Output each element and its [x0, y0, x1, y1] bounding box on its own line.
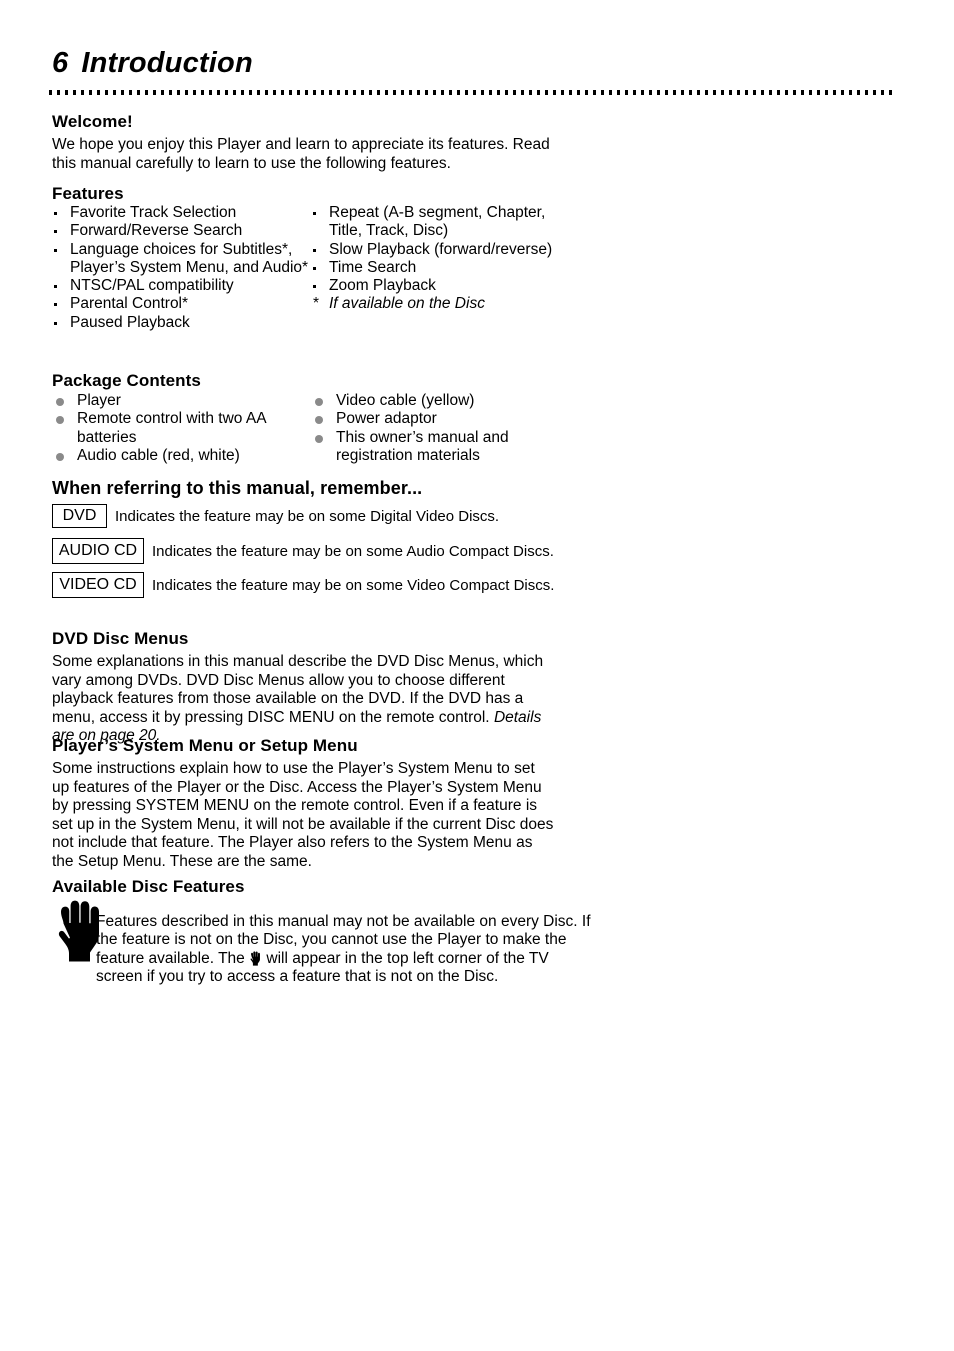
list-item-label: Remote control with two AA batteries	[77, 410, 266, 446]
legend-row-audio-cd: AUDIO CD Indicates the feature may be on…	[52, 538, 554, 564]
features-heading: Features	[52, 184, 124, 203]
legend-section: When referring to this manual, remember.…	[52, 478, 422, 499]
bullet-dot-icon	[315, 398, 323, 406]
bullet-dot-icon	[56, 452, 64, 461]
bullet-dot-icon	[315, 416, 323, 425]
list-item-label: Parental Control*	[70, 295, 189, 313]
list-item: Parental Control*	[52, 295, 312, 313]
header-divider	[49, 90, 897, 95]
footnote-text: If available on the Disc	[329, 295, 485, 313]
dvd-disc-menus-section: DVD Disc Menus Some explanations in this…	[52, 629, 554, 746]
package-right-column: Video cable (yellow) Power adaptor This …	[311, 392, 541, 465]
bullet-square-icon	[313, 212, 316, 215]
video-cd-badge: VIDEO CD	[52, 572, 144, 598]
list-item-label: NTSC/PAL compatibility	[70, 277, 234, 295]
list-item: This owner’s manual and registration mat…	[311, 429, 541, 466]
list-item: Power adaptor	[311, 410, 541, 428]
package-left-list: Player Remote control with two AA batter…	[52, 392, 307, 465]
list-item: NTSC/PAL compatibility	[52, 277, 312, 295]
dvd-badge: DVD	[52, 504, 107, 528]
bullet-square-icon	[313, 266, 316, 270]
footnote-marker: *	[313, 295, 320, 313]
available-features-body-block: Features described in this manual may no…	[52, 897, 612, 1002]
package-left-column: Player Remote control with two AA batter…	[52, 392, 307, 465]
available-features-heading: Available Disc Features	[52, 877, 245, 896]
welcome-body: We hope you enjoy this Player and learn …	[52, 136, 550, 172]
list-item-label: Slow Playback (forward/reverse)	[329, 240, 553, 258]
list-item-label: Zoom Playback	[329, 277, 436, 295]
list-item: Time Search	[311, 259, 556, 277]
audio-cd-badge: AUDIO CD	[52, 538, 144, 564]
welcome-section: Welcome! We hope you enjoy this Player a…	[52, 112, 552, 173]
legend-heading: When referring to this manual, remember.…	[52, 478, 423, 498]
list-item-label: Time Search	[329, 258, 417, 276]
package-contents-section: Package Contents	[52, 371, 201, 391]
legend-row-video-cd: VIDEO CD Indicates the feature may be on…	[52, 572, 554, 598]
bullet-dot-icon	[315, 434, 323, 443]
list-item-label: Video cable (yellow)	[336, 392, 475, 409]
dvd-disc-menus-heading: DVD Disc Menus	[52, 629, 189, 648]
audio-cd-description: Indicates the feature may be on some Aud…	[152, 542, 554, 560]
page-title-text: Introduction	[81, 47, 253, 79]
list-item-label: Paused Playback	[70, 313, 190, 331]
system-menu-body: Some instructions explain how to use the…	[52, 760, 554, 870]
features-left-list: Favorite Track Selection Forward/Reverse…	[52, 204, 312, 332]
list-item-label: Favorite Track Selection	[70, 204, 237, 221]
list-item: Slow Playback (forward/reverse)	[311, 241, 556, 259]
features-right-list: Repeat (A-B segment, Chapter, Title, Tra…	[311, 204, 556, 295]
list-item-label: Repeat (A-B segment, Chapter, Title, Tra…	[329, 204, 546, 240]
list-item: Zoom Playback	[311, 277, 556, 295]
hand-stop-icon	[57, 899, 103, 963]
list-item: Repeat (A-B segment, Chapter, Title, Tra…	[311, 204, 556, 241]
list-item: Forward/Reverse Search	[52, 222, 312, 240]
bullet-dot-icon	[56, 398, 64, 406]
list-item-label: Audio cable (red, white)	[77, 446, 240, 464]
features-right-column: Repeat (A-B segment, Chapter, Title, Tra…	[311, 204, 556, 314]
dvd-description: Indicates the feature may be on some Dig…	[115, 507, 500, 525]
package-contents-heading: Package Contents	[52, 371, 201, 390]
list-item-label: This owner’s manual and registration mat…	[336, 428, 509, 464]
page-title: 6 Introduction	[52, 47, 253, 80]
list-item-label: Player	[77, 392, 121, 409]
system-menu-section: Player’s System Menu or Setup Menu Some …	[52, 736, 554, 871]
bullet-square-icon	[54, 303, 57, 307]
list-item: Audio cable (red, white)	[52, 447, 307, 465]
list-item-label: Forward/Reverse Search	[70, 222, 243, 240]
legend-row-dvd: DVD Indicates the feature may be on some…	[52, 504, 499, 528]
list-item: Video cable (yellow)	[311, 392, 541, 410]
dvd-disc-menus-body: Some explanations in this manual describ…	[52, 653, 554, 746]
list-item: Remote control with two AA batteries	[52, 410, 307, 447]
hand-stop-inline-icon	[250, 950, 261, 966]
bullet-square-icon	[54, 230, 57, 234]
bullet-dot-icon	[56, 416, 64, 425]
available-features-body: Features described in this manual may no…	[96, 913, 596, 987]
bullet-square-icon	[54, 321, 57, 325]
bullet-square-icon	[313, 285, 316, 289]
welcome-heading: Welcome!	[52, 112, 133, 131]
system-menu-heading: Player’s System Menu or Setup Menu	[52, 736, 358, 755]
features-section: Features	[52, 184, 124, 204]
list-item: Language choices for Subtitles*, Player’…	[52, 241, 312, 278]
list-item: Paused Playback	[52, 314, 312, 332]
list-item: Favorite Track Selection	[52, 204, 312, 222]
bullet-square-icon	[54, 248, 57, 252]
list-item-label: Language choices for Subtitles*, Player’…	[70, 240, 309, 276]
list-item: Player	[52, 392, 307, 410]
dvd-disc-menus-body-text: Some explanations in this manual describ…	[52, 653, 544, 726]
manual-page: 6 Introduction Welcome! We hope you enjoy…	[0, 0, 954, 1351]
bullet-square-icon	[54, 285, 57, 289]
package-right-list: Video cable (yellow) Power adaptor This …	[311, 392, 541, 465]
features-footnote: * If available on the Disc	[311, 295, 556, 313]
page-number: 6	[52, 47, 69, 79]
list-item-label: Power adaptor	[336, 410, 437, 428]
features-left-column: Favorite Track Selection Forward/Reverse…	[52, 204, 312, 332]
bullet-square-icon	[313, 248, 316, 252]
bullet-square-icon	[54, 212, 57, 215]
video-cd-description: Indicates the feature may be on some Vid…	[152, 576, 555, 594]
available-features-section: Available Disc Features	[52, 877, 245, 897]
